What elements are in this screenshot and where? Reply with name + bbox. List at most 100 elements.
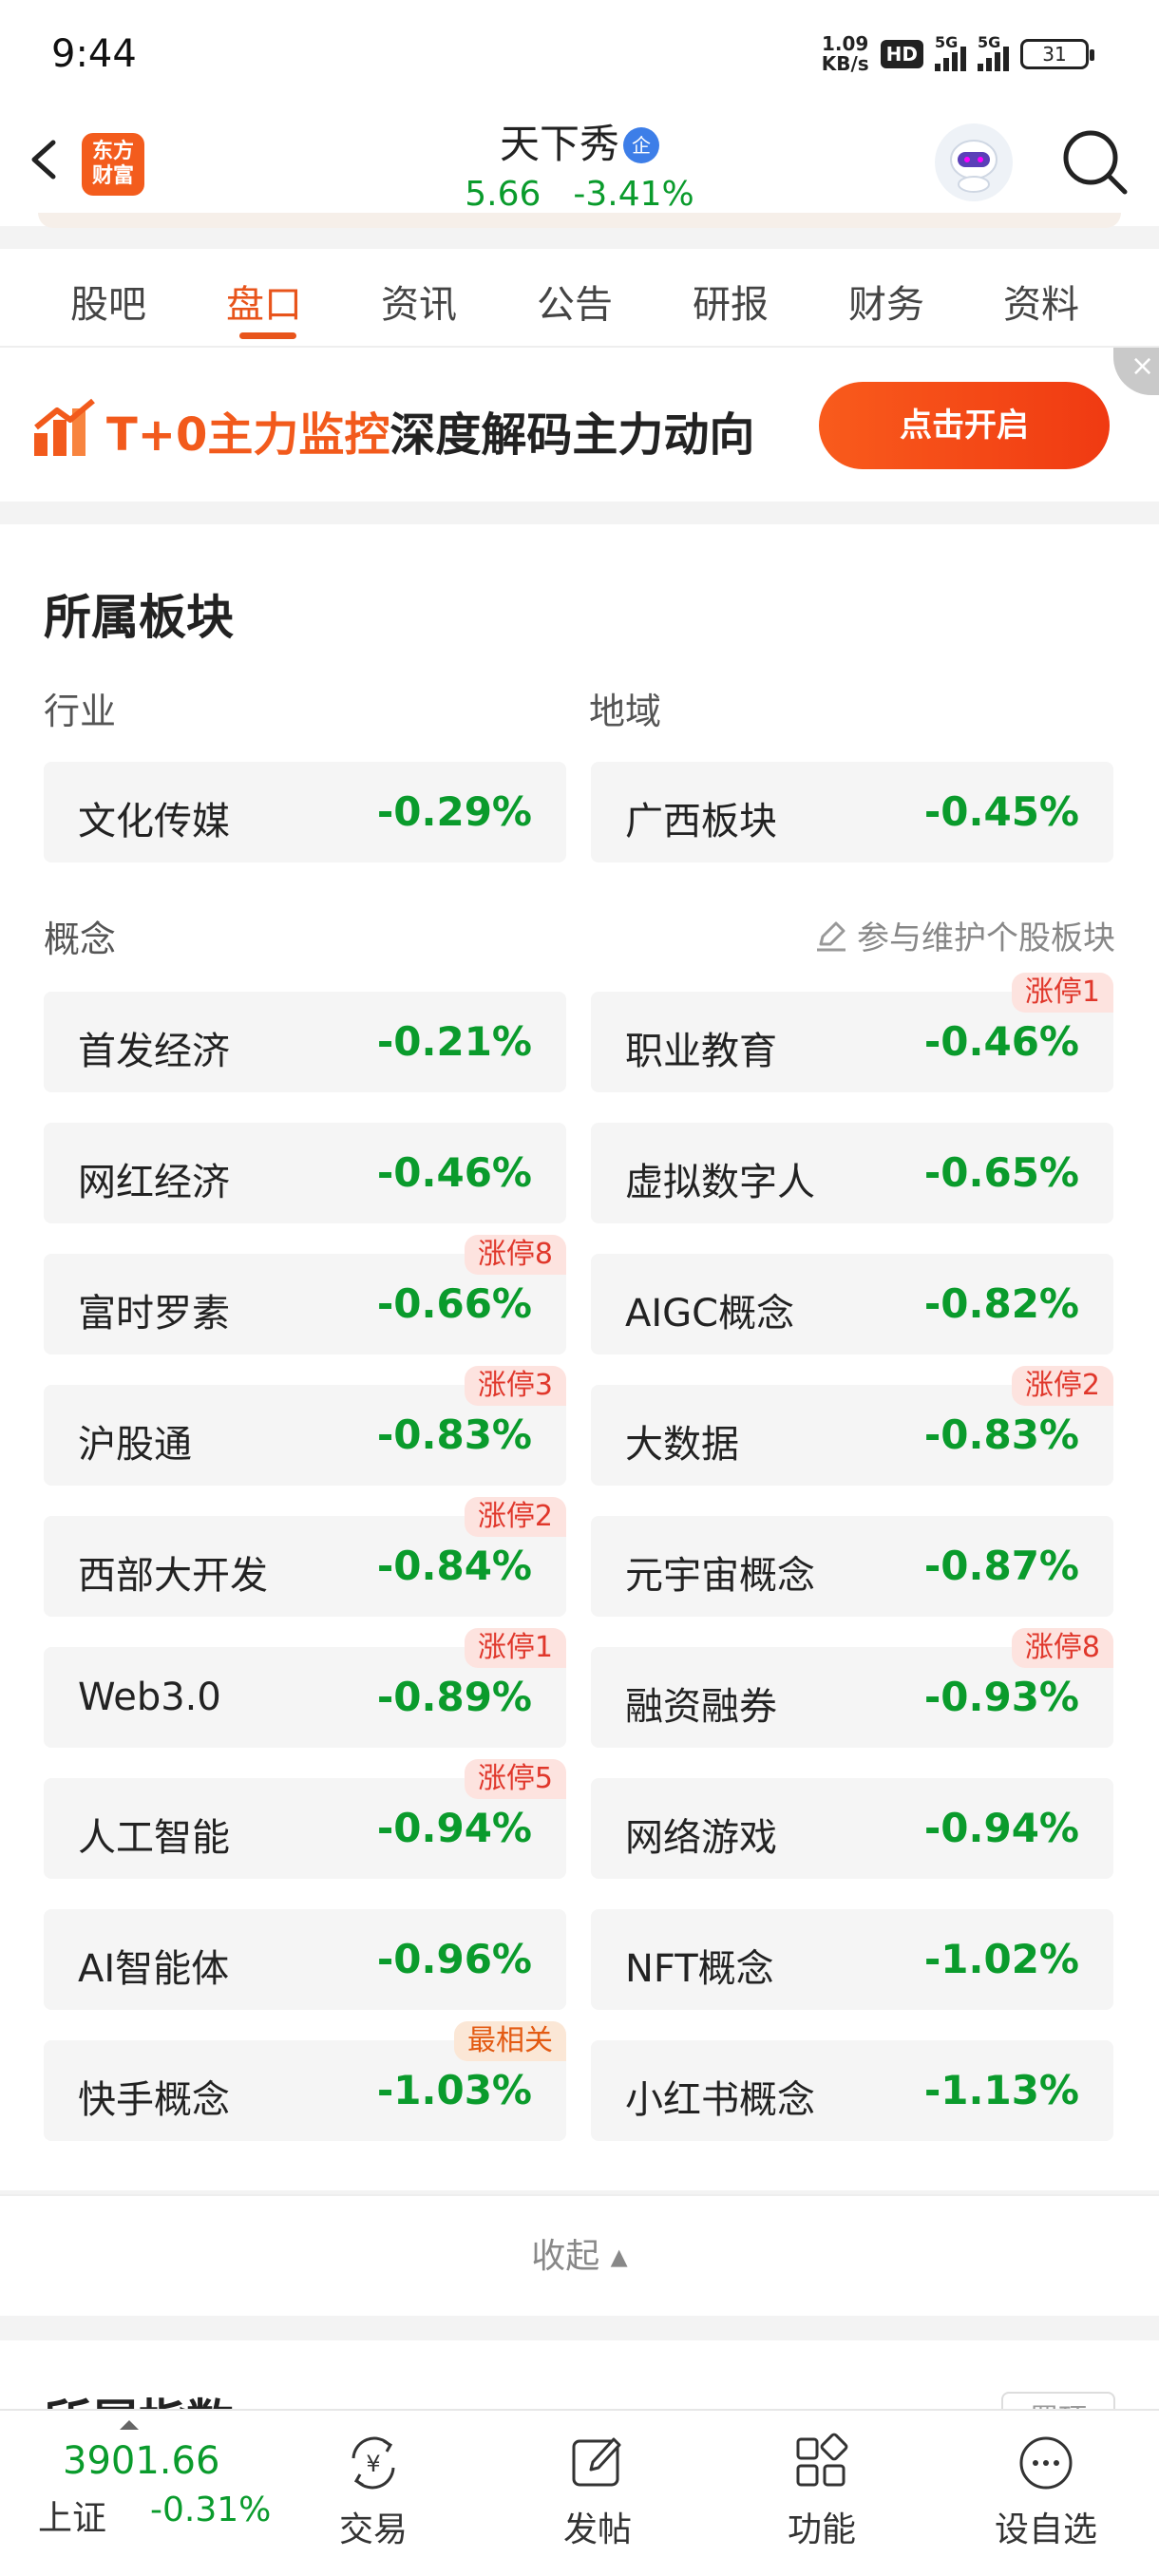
concept-cell[interactable]: 快手概念 -1.03% 最相关	[44, 2021, 566, 2141]
concept-cell[interactable]: AIGC概念 -0.82%	[591, 1254, 1113, 1354]
tab-profile[interactable]: 资料	[1003, 274, 1079, 329]
concept-name: 沪股通	[78, 1423, 192, 1467]
tab-research[interactable]: 研报	[693, 274, 769, 329]
concept-cell[interactable]: 大数据 -0.83% 涨停2	[591, 1366, 1113, 1486]
maintain-link[interactable]: 参与维护个股板块	[813, 912, 1115, 958]
concept-label: 概念	[44, 919, 117, 960]
enable-button[interactable]: 点击开启	[819, 382, 1110, 469]
tab-pankou[interactable]: 盘口	[226, 274, 302, 329]
collapse-button[interactable]: 收起 ▴	[0, 2194, 1159, 2316]
concept-cell[interactable]: 融资融券 -0.93% 涨停8	[591, 1628, 1113, 1748]
search-icon[interactable]	[1058, 125, 1130, 198]
concept-name: 职业教育	[625, 1030, 777, 1073]
more-icon	[1019, 2436, 1073, 2490]
status-bar: 9:44 1.09 KB/s HD 5G 5G 31	[0, 0, 1159, 112]
concept-name: 网红经济	[78, 1161, 230, 1204]
concept-tag: 涨停3	[464, 1366, 566, 1406]
concept-tag: 涨停2	[1011, 1366, 1113, 1406]
concept-pct: -1.02%	[923, 1936, 1079, 1982]
concept-cell[interactable]: 沪股通 -0.83% 涨停3	[44, 1366, 566, 1486]
concept-pct: -0.65%	[923, 1149, 1079, 1196]
concept-pct: -0.89%	[376, 1674, 532, 1720]
caret-up-icon	[120, 2420, 139, 2430]
concept-cell[interactable]: 小红书概念 -1.13%	[591, 2040, 1113, 2141]
tab-announcements[interactable]: 公告	[537, 274, 613, 329]
svg-text:¥: ¥	[366, 2451, 380, 2477]
stock-change: -3.41%	[573, 175, 694, 214]
concept-name: 小红书概念	[625, 2078, 815, 2122]
clock: 9:44	[51, 32, 137, 76]
concept-pct: -0.82%	[923, 1280, 1079, 1327]
industry-label: 行业	[44, 691, 117, 732]
bottom-bar: 3901.66 上证 -0.31% ¥ 交易 发帖 功能 设自选	[0, 2409, 1159, 2576]
stock-name: 天下秀	[499, 121, 619, 167]
close-icon[interactable]: ×	[1113, 348, 1159, 395]
concept-cell[interactable]: 虚拟数字人 -0.65%	[591, 1123, 1113, 1223]
trade-button[interactable]: ¥ 交易	[302, 2430, 445, 2551]
concept-pct: -1.13%	[923, 2067, 1079, 2113]
concept-cell[interactable]: AI智能体 -0.96%	[44, 1909, 566, 2010]
concept-pct: -0.93%	[923, 1674, 1079, 1720]
robot-assistant-icon[interactable]	[935, 123, 1013, 201]
concept-pct: -0.46%	[376, 1149, 532, 1196]
tab-news[interactable]: 资讯	[381, 274, 457, 329]
concept-cell[interactable]: 网络游戏 -0.94%	[591, 1778, 1113, 1879]
sector-card: 所属板块 行业 地域 文化传媒 -0.29% 广西板块 -0.45% 概念 参与…	[0, 524, 1159, 2190]
battery-icon: 31	[1020, 39, 1094, 69]
section-title: 所属板块	[44, 590, 234, 645]
concept-pct: -0.66%	[376, 1280, 532, 1327]
concept-pct: -0.84%	[376, 1543, 532, 1589]
concept-name: 首发经济	[78, 1030, 230, 1073]
promo-banner[interactable]: T+0主力监控深度解码主力动向 点击开启 ×	[0, 348, 1159, 502]
functions-button[interactable]: 功能	[750, 2430, 893, 2551]
concept-cell[interactable]: 富时罗素 -0.66% 涨停8	[44, 1235, 566, 1354]
functions-icon	[796, 2433, 848, 2487]
post-button[interactable]: 发帖	[526, 2430, 669, 2551]
concept-name: 大数据	[625, 1423, 739, 1467]
concept-name: Web3.0	[78, 1676, 221, 1719]
concept-pct: -0.94%	[376, 1805, 532, 1851]
concept-cell[interactable]: 元宇宙概念 -0.87%	[591, 1516, 1113, 1617]
region-cell[interactable]: 广西板块 -0.45%	[591, 762, 1113, 862]
enterprise-badge-icon: 企	[623, 127, 659, 163]
concept-cell[interactable]: 人工智能 -0.94% 涨停5	[44, 1759, 566, 1879]
concept-name: AI智能体	[78, 1947, 230, 1991]
add-watchlist-button[interactable]: 设自选	[975, 2430, 1117, 2551]
concept-cell[interactable]: 首发经济 -0.21%	[44, 992, 566, 1092]
tab-finance[interactable]: 财务	[848, 274, 924, 329]
network-speed: 1.09 KB/s	[821, 32, 869, 75]
concept-pct: -0.46%	[923, 1018, 1079, 1065]
concept-tag: 涨停5	[464, 1759, 566, 1799]
concept-name: 元宇宙概念	[625, 1554, 815, 1598]
concept-name: 人工智能	[78, 1816, 230, 1860]
industry-cell[interactable]: 文化传媒 -0.29%	[44, 762, 566, 862]
concept-pct: -0.87%	[923, 1543, 1079, 1589]
stock-price: 5.66	[465, 175, 542, 214]
concept-name: 融资融券	[625, 1685, 777, 1729]
banner-text: T+0主力监控深度解码主力动向	[106, 408, 755, 462]
post-icon	[572, 2437, 621, 2487]
concept-pct: -1.03%	[376, 2067, 532, 2113]
edit-icon	[817, 921, 846, 951]
concept-tag: 涨停2	[464, 1497, 566, 1537]
concept-tag: 涨停8	[464, 1235, 566, 1275]
hd-icon: HD	[880, 40, 923, 68]
concept-pct: -0.94%	[923, 1805, 1079, 1851]
concept-tag: 最相关	[454, 2021, 566, 2061]
concept-name: NFT概念	[625, 1947, 774, 1991]
concept-name: 富时罗素	[78, 1292, 230, 1335]
tab-guba[interactable]: 股吧	[70, 274, 146, 329]
header-shadow	[38, 213, 1121, 228]
concept-pct: -0.96%	[376, 1936, 532, 1982]
stock-header: 东方 财富 天下秀企 5.66 -3.41%	[0, 112, 1159, 226]
active-tab-indicator	[239, 332, 296, 339]
concept-cell[interactable]: Web3.0 -0.89% 涨停1	[44, 1628, 566, 1748]
concept-cell[interactable]: 网红经济 -0.46%	[44, 1123, 566, 1223]
tab-bar: 股吧 盘口 资讯 公告 研报 财务 资料	[0, 249, 1159, 348]
concept-cell[interactable]: 职业教育 -0.46% 涨停1	[591, 973, 1113, 1092]
concept-cell[interactable]: 西部大开发 -0.84% 涨停2	[44, 1497, 566, 1617]
region-label: 地域	[589, 691, 662, 732]
concept-name: 网络游戏	[625, 1816, 777, 1860]
concept-tag: 涨停1	[1011, 973, 1113, 1013]
concept-cell[interactable]: NFT概念 -1.02%	[591, 1909, 1113, 2010]
